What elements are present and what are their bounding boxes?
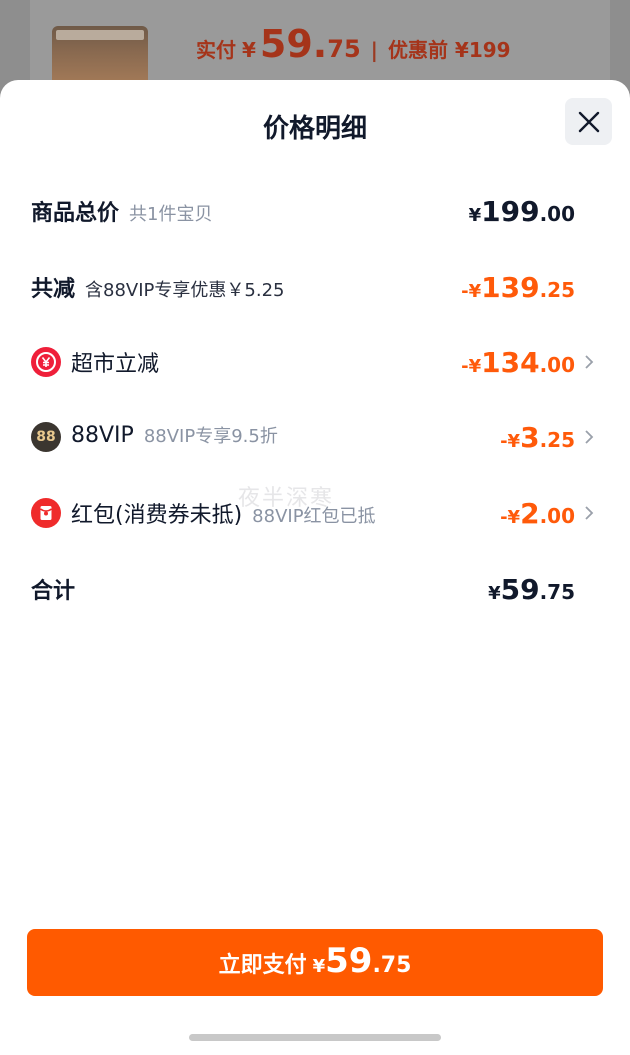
row-total-discount: 共减 含88VIP专享优惠￥5.25 -¥ 139.25 <box>0 265 630 309</box>
amount-dec: .75 <box>539 579 575 604</box>
amount-dec: .00 <box>539 503 575 528</box>
amount-dec: .25 <box>539 277 575 302</box>
amount-prefix: -¥ <box>461 355 482 377</box>
amount-prefix: -¥ <box>500 430 521 452</box>
price-separator: | <box>370 38 378 62</box>
red-envelope-icon <box>31 498 61 528</box>
amount-int: 199 <box>481 194 540 228</box>
amount-int: 2 <box>520 496 540 530</box>
row-title: 超市立减 <box>71 352 160 377</box>
amount-int: 3 <box>520 420 540 454</box>
pay-button-amount-int: 59 <box>325 941 373 981</box>
88vip-badge-icon: 88 <box>31 422 61 452</box>
amount-dec: .00 <box>539 201 575 226</box>
pay-now-button[interactable]: 立即支付 ¥ 59 .75 <box>27 929 603 996</box>
row-title: 红包(消费券未抵) <box>71 503 243 528</box>
chevron-right-icon <box>582 506 596 520</box>
row-title: 88VIP <box>71 423 134 448</box>
row-subtitle: 共1件宝贝 <box>129 204 213 225</box>
paid-int: 59. <box>259 22 328 66</box>
row-title: 共减 <box>31 277 76 302</box>
amount-dec: .00 <box>539 352 575 377</box>
home-indicator[interactable] <box>189 1034 441 1041</box>
row-grand-total: 合计 ¥59.75 <box>0 567 630 611</box>
amount-int: 59 <box>500 572 540 606</box>
yuan-coin-icon <box>31 347 61 377</box>
amount-prefix: -¥ <box>500 506 521 528</box>
row-total-price: 商品总价 共1件宝贝 ¥199.00 <box>0 189 630 233</box>
amount-prefix: ¥ <box>488 582 501 604</box>
chevron-right-icon <box>582 355 596 369</box>
amount-int: 139 <box>481 270 540 304</box>
row-title: 商品总价 <box>31 201 120 226</box>
close-button[interactable] <box>565 98 612 145</box>
chevron-right-icon <box>582 430 596 444</box>
paid-dec: 75 <box>327 35 361 63</box>
close-icon <box>578 111 599 132</box>
pay-button-label: 立即支付 <box>218 953 307 978</box>
sheet-title: 价格明细 <box>262 114 367 144</box>
amount-int: 134 <box>481 345 540 379</box>
pay-button-amount-dec: .75 <box>372 953 412 978</box>
amount-prefix: -¥ <box>461 280 482 302</box>
pay-button-currency: ¥ <box>312 956 326 977</box>
amount-dec: .25 <box>539 427 575 452</box>
watermark: 夜半深寒 <box>238 486 335 511</box>
paid-currency: ¥ <box>242 38 256 62</box>
paid-label: 实付 <box>196 38 236 62</box>
original-price: 优惠前 ¥199 <box>387 38 511 62</box>
row-title: 合计 <box>31 579 76 604</box>
row-subtitle: 88VIP专享9.5折 <box>143 426 278 447</box>
amount-prefix: ¥ <box>468 204 482 226</box>
background-paid-price: 实付 ¥ 59. 75 | 优惠前 ¥199 <box>196 22 511 72</box>
row-subtitle: 含88VIP专享优惠￥5.25 <box>85 280 285 301</box>
price-detail-sheet: 价格明细 商品总价 共1件宝贝 ¥199.00 共减 含88VIP专享优惠￥5.… <box>0 80 630 1055</box>
row-88vip-discount[interactable]: 88 88VIP 88VIP专享9.5折 -¥ 3.25 <box>0 415 630 459</box>
product-thumbnail <box>52 26 148 86</box>
row-supermarket-discount[interactable]: 超市立减 -¥ 134.00 <box>0 340 630 384</box>
